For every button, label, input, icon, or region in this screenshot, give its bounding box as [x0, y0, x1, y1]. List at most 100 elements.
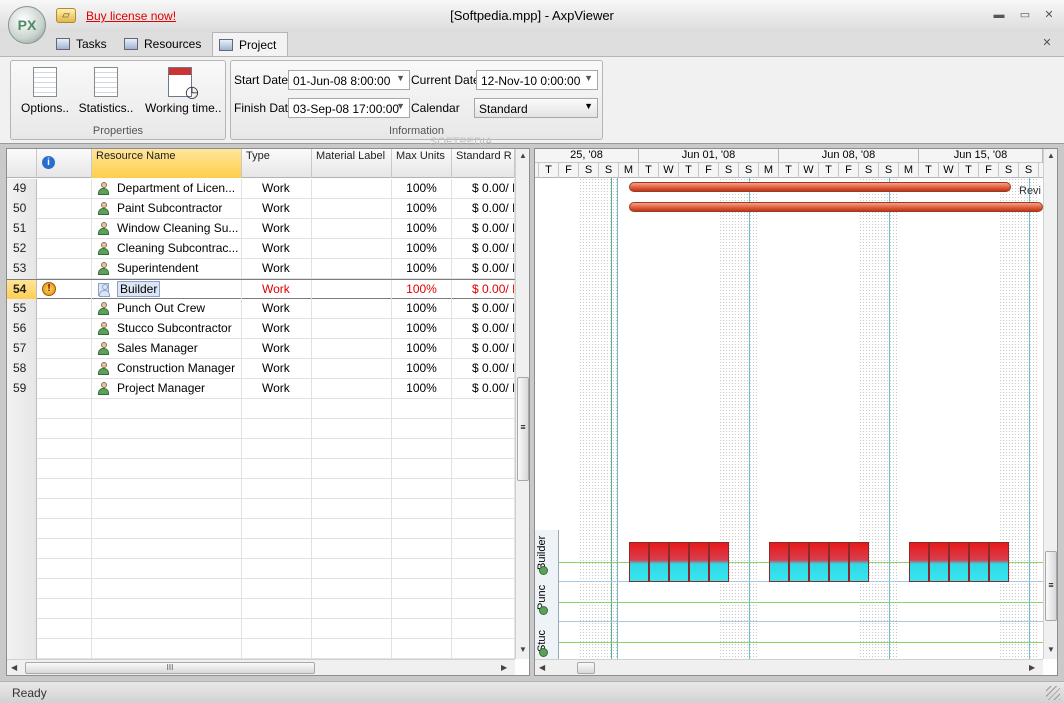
max-units-header[interactable]: Max Units — [392, 149, 452, 178]
row-number[interactable]: 49 — [7, 179, 37, 199]
standard-rate-cell[interactable]: $ 0.00/ I — [452, 259, 515, 279]
standard-rate-cell[interactable]: $ 0.00/ I — [452, 319, 515, 339]
table-row[interactable]: 54! Builder Work 100% $ 0.00/ I — [7, 279, 515, 300]
empty-row[interactable] — [7, 599, 515, 619]
empty-row[interactable] — [7, 559, 515, 579]
empty-row[interactable] — [7, 539, 515, 559]
close-document-button[interactable]: ✕ — [1040, 36, 1054, 50]
row-number[interactable]: 50 — [7, 199, 37, 219]
working-time-button[interactable]: Working time.. — [145, 67, 221, 123]
row-number[interactable]: 58 — [7, 359, 37, 379]
empty-row[interactable] — [7, 579, 515, 599]
resource-name-cell[interactable]: Paint Subcontractor — [92, 199, 242, 219]
material-label-cell[interactable] — [312, 199, 392, 219]
table-row[interactable]: 58 Construction Manager Work 100% $ 0.00/ I — [7, 359, 515, 379]
indicator-header[interactable]: i — [37, 149, 92, 178]
tab-resources[interactable]: Resources — [118, 32, 207, 56]
resource-name-header[interactable]: Resource Name — [92, 149, 242, 178]
material-label-cell[interactable] — [312, 339, 392, 359]
scroll-up-icon[interactable]: ▲ — [519, 151, 527, 160]
resource-name-cell[interactable]: Punch Out Crew — [92, 299, 242, 319]
resource-name-cell[interactable]: Department of Licen... — [92, 179, 242, 199]
resource-grid[interactable]: i Resource Name Type Material Label Max … — [6, 148, 530, 676]
max-units-cell[interactable]: 100% — [392, 299, 452, 319]
grid-vertical-scroll-thumb[interactable]: ≡ — [517, 377, 529, 481]
resource-name-cell[interactable]: Sales Manager — [92, 339, 242, 359]
calendar-select[interactable]: Standard ▼ — [474, 98, 598, 118]
type-cell[interactable]: Work — [242, 359, 312, 379]
max-units-cell[interactable]: 100% — [392, 379, 452, 399]
chart-vertical-scroll-thumb[interactable]: ≡ — [1045, 551, 1057, 621]
material-label-cell[interactable] — [312, 280, 392, 300]
resource-name-cell[interactable]: Project Manager — [92, 379, 242, 399]
type-cell[interactable]: Work — [242, 339, 312, 359]
type-cell[interactable]: Work — [242, 299, 312, 319]
material-label-cell[interactable] — [312, 299, 392, 319]
chart-vertical-scrollbar[interactable]: ▲ ≡ ▼ — [1043, 149, 1057, 659]
max-units-cell[interactable]: 100% — [392, 319, 452, 339]
empty-row[interactable] — [7, 499, 515, 519]
scroll-left-icon[interactable]: ◀ — [11, 663, 17, 672]
standard-rate-cell[interactable]: $ 0.00/ I — [452, 179, 515, 199]
standard-rate-cell[interactable]: $ 0.00/ I — [452, 199, 515, 219]
standard-rate-cell[interactable]: $ 0.00/ I — [452, 299, 515, 319]
type-cell[interactable]: Work — [242, 219, 312, 239]
type-cell[interactable]: Work — [242, 280, 312, 300]
gantt-chart-panel[interactable]: 25, '08 Jun 01, '08 Jun 08, '08 Jun 15, '08… — [534, 148, 1058, 676]
empty-row[interactable] — [7, 439, 515, 459]
row-number[interactable]: 51 — [7, 219, 37, 239]
row-number[interactable]: 56 — [7, 319, 37, 339]
table-row[interactable]: 52 Cleaning Subcontrac... Work 100% $ 0.00/ … — [7, 239, 515, 259]
table-row[interactable]: 50 Paint Subcontractor Work 100% $ 0.00/ I — [7, 199, 515, 219]
standard-rate-cell[interactable]: $ 0.00/ I — [452, 339, 515, 359]
grid-horizontal-scroll-thumb[interactable]: III — [25, 662, 315, 674]
type-cell[interactable]: Work — [242, 239, 312, 259]
type-header[interactable]: Type — [242, 149, 312, 178]
table-row[interactable]: 57 Sales Manager Work 100% $ 0.00/ I — [7, 339, 515, 359]
row-number[interactable]: 55 — [7, 299, 37, 319]
material-label-cell[interactable] — [312, 239, 392, 259]
close-window-button[interactable]: ✕ — [1042, 8, 1056, 22]
standard-rate-cell[interactable]: $ 0.00/ I — [452, 379, 515, 399]
grid-horizontal-scrollbar[interactable]: ◀ III ▶ — [7, 659, 515, 675]
resource-name-cell[interactable]: Builder — [92, 280, 242, 300]
standard-rate-cell[interactable]: $ 0.00/ I — [452, 239, 515, 259]
table-row[interactable]: 55 Punch Out Crew Work 100% $ 0.00/ I — [7, 299, 515, 319]
row-number[interactable]: 57 — [7, 339, 37, 359]
type-cell[interactable]: Work — [242, 179, 312, 199]
material-label-cell[interactable] — [312, 379, 392, 399]
material-label-cell[interactable] — [312, 319, 392, 339]
options-button[interactable]: Options.. — [19, 67, 71, 123]
resource-name-cell[interactable]: Stucco Subcontractor — [92, 319, 242, 339]
chart-horizontal-scroll-thumb[interactable] — [577, 662, 595, 674]
row-number[interactable]: 53 — [7, 259, 37, 279]
resource-name-cell[interactable]: Superintendent — [92, 259, 242, 279]
tab-tasks[interactable]: Tasks — [50, 32, 113, 56]
minimize-button[interactable]: ▬ — [992, 8, 1006, 22]
max-units-cell[interactable]: 100% — [392, 339, 452, 359]
row-number[interactable]: 54 — [7, 280, 37, 300]
empty-row[interactable] — [7, 479, 515, 499]
empty-row[interactable] — [7, 519, 515, 539]
task-bar[interactable] — [629, 182, 1011, 192]
tab-project[interactable]: Project — [212, 32, 288, 56]
max-units-cell[interactable]: 100% — [392, 280, 452, 300]
material-label-cell[interactable] — [312, 259, 392, 279]
gantt-chart-area[interactable]: Revi Builder Punc Stuc — [535, 178, 1043, 659]
scroll-left-icon[interactable]: ◀ — [539, 663, 545, 672]
material-label-header[interactable]: Material Label — [312, 149, 392, 178]
row-number[interactable]: 52 — [7, 239, 37, 259]
resource-name-cell[interactable]: Cleaning Subcontrac... — [92, 239, 242, 259]
resize-grip[interactable] — [1046, 686, 1060, 700]
max-units-cell[interactable]: 100% — [392, 259, 452, 279]
resource-name-cell[interactable]: Construction Manager — [92, 359, 242, 379]
type-cell[interactable]: Work — [242, 319, 312, 339]
finish-date-field[interactable]: 03-Sep-08 17:00:00 ▼ — [288, 98, 410, 118]
table-row[interactable]: 56 Stucco Subcontractor Work 100% $ 0.00/ I — [7, 319, 515, 339]
material-label-cell[interactable] — [312, 179, 392, 199]
empty-row[interactable] — [7, 419, 515, 439]
material-label-cell[interactable] — [312, 359, 392, 379]
max-units-cell[interactable]: 100% — [392, 239, 452, 259]
grid-vertical-scrollbar[interactable]: ▲ ≡ ▼ — [515, 149, 529, 659]
row-number[interactable]: 59 — [7, 379, 37, 399]
